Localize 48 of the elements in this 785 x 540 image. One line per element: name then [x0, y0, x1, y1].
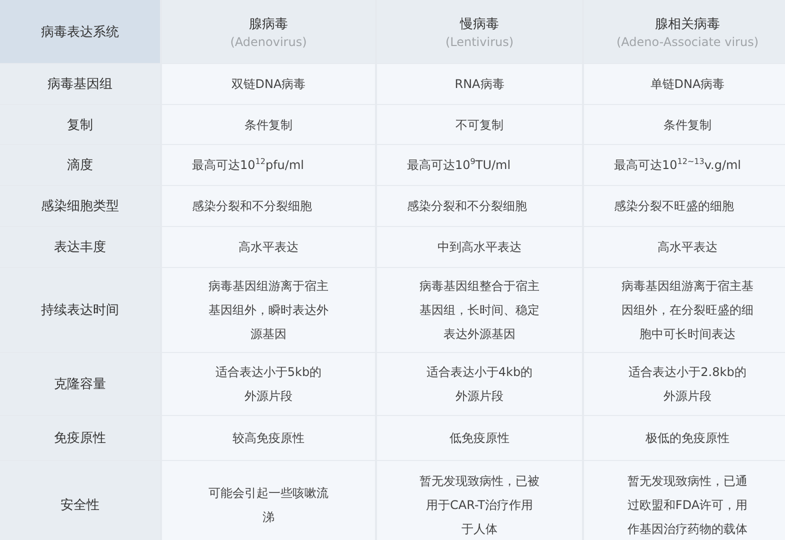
cell-text: 病毒基因组游离于宿主基 [622, 278, 754, 295]
cell-text: 感染分裂和不分裂细胞 [192, 198, 312, 215]
cell-text: 较高免疫原性 [232, 430, 304, 447]
cell-text: 用于CAR-T治疗作用 [426, 496, 533, 514]
cell-text: 涕 [262, 508, 274, 526]
cell-text: 最高可达10$^{12}$pfu/ml [192, 156, 304, 174]
cell-text: 最高可达10$^{12~13}$v.g/ml [614, 156, 742, 174]
cell-text: 过欧盟和FDA许可，用 [627, 496, 748, 514]
cell-text: 暂无发现致病性，已被 [420, 472, 540, 490]
header-label: 病毒表达系统 [41, 24, 119, 40]
cell-text: 最高可达10$^{9}$TU/ml [407, 156, 511, 174]
cell-text: 适合表达小于4kb的 [426, 364, 533, 381]
cell-text: 表达外源基因 [444, 326, 516, 343]
cell-text: 适合表达小于5kb的 [215, 364, 322, 381]
cell-text: 双链DNA病毒 [231, 76, 306, 93]
column-title: 慢病毒 [460, 16, 499, 32]
column-title: 腺病毒 [249, 16, 288, 32]
cell-text: RNA病毒 [454, 76, 504, 93]
cell-text: 高水平表达 [238, 239, 298, 256]
cell-text: 中到高水平表达 [438, 239, 522, 256]
column-subtitle: (Adeno-Associate virus) [616, 34, 759, 48]
cell-text: 基因组外，瞬时表达外 [208, 302, 328, 319]
cell-text: 极低的免疫原性 [646, 430, 730, 447]
column-subtitle: (Lentivirus) [445, 34, 514, 48]
cell-text: 作基因治疗药物的载体 [628, 520, 748, 538]
cell-text: 外源片段 [244, 388, 292, 405]
cell-text: 病毒基因组游离于宿主 [208, 278, 328, 295]
cell-text: 低免疫原性 [450, 430, 510, 447]
cell-text: 外源片段 [456, 388, 504, 405]
cell-text: 基因组，长时间、稳定 [420, 302, 540, 319]
cell-text: 源基因 [250, 326, 286, 343]
cell-text: 条件复制 [244, 116, 292, 134]
cell-text: 适合表达小于2.8kb的 [628, 364, 746, 381]
column-title: 腺相关病毒 [655, 16, 720, 32]
cell-text: 病毒基因组整合于宿主 [420, 278, 540, 295]
cell-text: 高水平表达 [658, 239, 718, 256]
cell-text: 因组外，在分裂旺盛的细 [622, 302, 754, 319]
cell-text: 暂无发现致病性，已通 [628, 472, 748, 490]
cell-text: 感染分裂和不分裂细胞 [407, 198, 527, 215]
column-subtitle: (Adenovirus) [230, 34, 307, 48]
cell-text: 不可复制 [456, 116, 504, 134]
cell-text: 外源片段 [664, 388, 712, 405]
cell-text: 可能会引起一些咳嗽流 [208, 484, 328, 502]
cell-text: 条件复制 [664, 116, 712, 134]
cell-text: 于人体 [462, 520, 498, 538]
cell-text: 感染分裂不旺盛的细胞 [614, 198, 734, 215]
cell-text: 单链DNA病毒 [650, 76, 725, 93]
cell-text: 胞中可长时间表达 [640, 326, 736, 343]
